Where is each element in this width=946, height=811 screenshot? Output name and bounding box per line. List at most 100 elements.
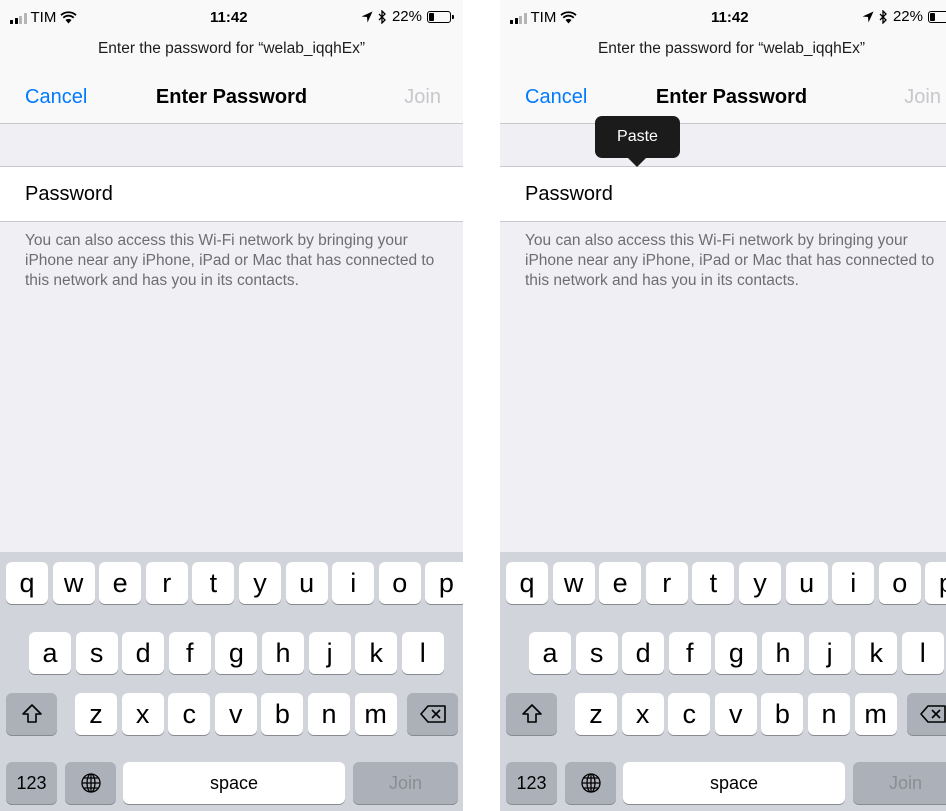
password-row [0, 166, 463, 222]
key-o[interactable]: o [878, 562, 921, 604]
numbers-key[interactable]: 123 [506, 762, 557, 804]
key-p[interactable]: p [925, 562, 946, 604]
key-r[interactable]: r [145, 562, 188, 604]
battery-icon [928, 10, 946, 23]
key-w[interactable]: w [552, 562, 595, 604]
key-m[interactable]: m [854, 693, 897, 735]
navigation-bar: Cancel Enter Password Join [0, 80, 463, 116]
wifi-sharing-note: You can also access this Wi-Fi network b… [25, 232, 435, 289]
key-z[interactable]: z [575, 693, 617, 735]
shift-arrow-icon [521, 704, 542, 723]
status-bar: TIM 11:42 22% [0, 0, 463, 36]
key-s[interactable]: s [75, 632, 118, 674]
delete-key[interactable] [407, 693, 458, 735]
backspace-icon [419, 705, 446, 723]
key-a[interactable]: a [29, 632, 71, 674]
keyboard: qwertyuiop asdfghjkl zxcvbnm 123 spaceJoin [0, 552, 463, 811]
key-t[interactable]: t [192, 562, 235, 604]
key-j[interactable]: j [808, 632, 851, 674]
key-k[interactable]: k [855, 632, 898, 674]
key-w[interactable]: w [52, 562, 95, 604]
join-key[interactable]: Join [353, 762, 458, 804]
shift-key[interactable] [6, 693, 57, 735]
key-x[interactable]: x [621, 693, 664, 735]
space-key[interactable]: space [123, 762, 345, 804]
key-h[interactable]: h [762, 632, 804, 674]
shift-key[interactable] [506, 693, 557, 735]
key-m[interactable]: m [354, 693, 397, 735]
shift-arrow-icon [21, 704, 42, 723]
cancel-button[interactable]: Cancel [525, 86, 587, 109]
carrier-name: TIM [530, 9, 557, 26]
status-bar: TIM 11:42 22% [500, 0, 946, 36]
key-j[interactable]: j [308, 632, 351, 674]
key-e[interactable]: e [599, 562, 642, 604]
carrier-info: TIM [510, 9, 577, 26]
key-r[interactable]: r [645, 562, 688, 604]
join-button[interactable]: Join [404, 86, 441, 109]
globe-key[interactable] [65, 762, 116, 804]
key-q[interactable]: q [6, 562, 48, 604]
key-h[interactable]: h [262, 632, 304, 674]
join-button[interactable]: Join [904, 86, 941, 109]
bluetooth-icon [378, 9, 386, 24]
bluetooth-icon [879, 9, 887, 24]
password-input[interactable] [525, 167, 936, 221]
cancel-button[interactable]: Cancel [25, 86, 87, 109]
wifi-icon [560, 11, 577, 24]
signal-strength-icon [510, 12, 527, 24]
key-i[interactable]: i [332, 562, 375, 604]
delete-key[interactable] [907, 693, 946, 735]
wifi-icon [60, 11, 77, 24]
space-key[interactable]: space [623, 762, 845, 804]
join-key[interactable]: Join [853, 762, 946, 804]
key-t[interactable]: t [692, 562, 735, 604]
key-f[interactable]: f [168, 632, 211, 674]
password-prompt: Enter the password for “welab_iqqhEx” [97, 40, 366, 57]
screen-left: TIM 11:42 22% Enter the password for “we… [0, 0, 463, 811]
globe-icon [580, 773, 601, 793]
battery-percent: 22% [892, 8, 923, 25]
key-c[interactable]: c [668, 693, 711, 735]
key-k[interactable]: k [355, 632, 398, 674]
numbers-key[interactable]: 123 [6, 762, 57, 804]
key-q[interactable]: q [506, 562, 548, 604]
key-a[interactable]: a [529, 632, 571, 674]
key-i[interactable]: i [832, 562, 875, 604]
key-n[interactable]: n [308, 693, 350, 735]
key-f[interactable]: f [668, 632, 711, 674]
key-d[interactable]: d [622, 632, 665, 674]
key-d[interactable]: d [122, 632, 165, 674]
password-prompt: Enter the password for “welab_iqqhEx” [597, 40, 866, 57]
password-row [500, 166, 946, 222]
key-e[interactable]: e [99, 562, 142, 604]
key-v[interactable]: v [214, 693, 257, 735]
key-o[interactable]: o [378, 562, 421, 604]
key-l[interactable]: l [901, 632, 944, 674]
globe-key[interactable] [565, 762, 616, 804]
key-y[interactable]: y [739, 562, 781, 604]
key-n[interactable]: n [808, 693, 850, 735]
battery-percent: 22% [391, 8, 422, 25]
backspace-icon [919, 705, 946, 723]
key-u[interactable]: u [785, 562, 828, 604]
key-u[interactable]: u [285, 562, 328, 604]
carrier-info: TIM [10, 9, 77, 26]
key-c[interactable]: c [168, 693, 211, 735]
key-g[interactable]: g [715, 632, 758, 674]
key-s[interactable]: s [575, 632, 618, 674]
key-p[interactable]: p [425, 562, 463, 604]
key-g[interactable]: g [215, 632, 258, 674]
key-l[interactable]: l [401, 632, 444, 674]
paste-popover-button[interactable]: Paste [595, 116, 680, 167]
password-input[interactable] [25, 167, 453, 221]
key-z[interactable]: z [75, 693, 117, 735]
key-b[interactable]: b [761, 693, 804, 735]
status-indicators: 22% [361, 8, 454, 25]
key-v[interactable]: v [714, 693, 757, 735]
status-indicators: 22% [862, 8, 946, 25]
key-b[interactable]: b [261, 693, 304, 735]
key-x[interactable]: x [121, 693, 164, 735]
carrier-name: TIM [30, 9, 57, 26]
key-y[interactable]: y [239, 562, 281, 604]
